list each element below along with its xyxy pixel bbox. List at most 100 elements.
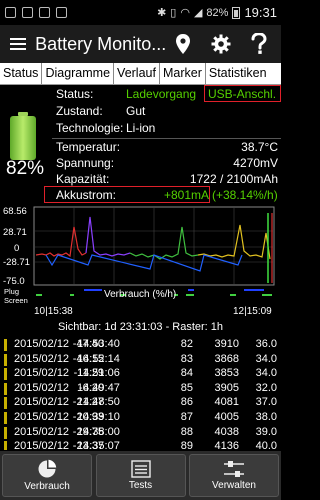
list-icon — [130, 460, 151, 478]
row-marker — [4, 397, 7, 410]
settings-button[interactable] — [205, 28, 237, 60]
row-marker — [4, 426, 7, 439]
cell-level: 85 — [180, 381, 193, 394]
cell-level: 82 — [180, 338, 193, 350]
app-title: Battery Monito... — [35, 33, 167, 54]
info-divider — [52, 138, 281, 139]
cell-voltage: 4136 — [214, 440, 239, 450]
tab-diagramme[interactable]: Diagramme — [42, 63, 115, 84]
cell-consumption: -23.37 — [72, 440, 104, 450]
status-row: Status: Ladevorgang USB-Anschl. — [56, 87, 276, 101]
technologie-label: Technologie: — [56, 121, 124, 135]
battery-level-icon — [10, 112, 36, 160]
cell-consumption: -11.29 — [73, 367, 104, 380]
tests-label: Tests — [128, 480, 153, 491]
cell-date: 2015/02/12 — [14, 367, 70, 380]
akkustrom-highlight — [44, 186, 210, 203]
cell-date: 2015/02/12 — [14, 352, 70, 365]
cell-temperature: 32.0 — [255, 381, 277, 394]
cell-level: 88 — [180, 425, 193, 438]
x-axis-title: Verbrauch (%/h) — [104, 289, 177, 300]
x-end-label: 12|15:09 — [233, 306, 272, 317]
cell-level: 83 — [180, 352, 193, 365]
row-marker — [4, 353, 7, 366]
row-marker — [4, 339, 7, 351]
download-icon — [56, 7, 67, 18]
cell-temperature: 37.0 — [255, 396, 277, 409]
spannung-value: 4270mV — [233, 156, 278, 170]
mail-icon — [39, 7, 50, 18]
marker-button[interactable] — [167, 28, 199, 60]
battery-percent-large: 82% — [6, 158, 45, 179]
cell-consumption: -6.20 — [78, 381, 104, 394]
system-status-bar: ✱ ▯ ◠ ◢ 82% 19:31 — [0, 0, 281, 25]
verwalten-label: Verwalten — [212, 480, 256, 491]
clock: 19:31 — [244, 5, 277, 20]
map-pin-icon — [176, 34, 190, 54]
verwalten-button[interactable]: Verwalten — [189, 454, 279, 497]
zustand-value: Gut — [126, 104, 146, 118]
temperatur-row: Temperatur: 38.7°C — [56, 140, 278, 154]
cell-temperature: 38.0 — [255, 410, 277, 423]
visible-range-info: Sichtbar: 1d 23:31:03 - Raster: 1h — [57, 321, 224, 333]
technologie-value: Li-ion — [126, 121, 156, 135]
image-icon — [22, 7, 33, 18]
technologie-row: Technologie: Li-ion — [56, 121, 155, 135]
row-marker — [4, 411, 7, 424]
cell-temperature: 39.0 — [255, 425, 277, 438]
table-row[interactable]: 2015/02/12 14:52:14 -46.15 83 3868 34.0 — [0, 353, 281, 368]
table-row[interactable]: 2015/02/12 14:53:40 -47.40 82 3910 36.0 — [0, 338, 281, 353]
chart-canvas — [33, 206, 275, 296]
cell-level: 86 — [180, 396, 193, 409]
kapazitaet-row: Kapazität: 1722 / 2100mAh — [56, 172, 278, 186]
notification-icon — [5, 7, 16, 18]
help-button[interactable] — [243, 28, 275, 60]
table-row[interactable]: 2015/02/12 14:38:00 -29.75 88 4038 39.0 — [0, 426, 281, 441]
cell-voltage: 4038 — [214, 425, 239, 438]
cell-date: 2015/02/12 — [14, 410, 70, 423]
row-marker — [4, 441, 7, 450]
verbrauch-label: Verbrauch — [24, 481, 70, 492]
cell-level: 89 — [180, 440, 193, 450]
app-bar: Battery Monito... — [0, 25, 281, 63]
table-row[interactable]: 2015/02/12 14:35:07 -23.37 89 4136 40.0 — [0, 440, 281, 450]
question-mark-icon — [251, 33, 267, 54]
tab-statistiken[interactable]: Statistiken — [206, 63, 270, 84]
tab-marker[interactable]: Marker — [160, 63, 206, 84]
tab-bar: Status Diagramme Verlauf Marker Statisti… — [0, 63, 281, 85]
tab-status[interactable]: Status — [0, 63, 43, 84]
table-row[interactable]: 2015/02/12 14:39:10 -20.93 87 4005 38.0 — [0, 411, 281, 426]
menu-button[interactable] — [0, 25, 35, 63]
cell-voltage: 3868 — [214, 352, 239, 365]
verbrauch-button[interactable]: Verbrauch — [2, 454, 92, 497]
history-table[interactable]: 2015/02/12 14:53:40 -47.40 82 3910 36.0 2015/0… — [0, 338, 281, 450]
tests-button[interactable]: Tests — [95, 454, 186, 497]
cell-consumption: -20.93 — [72, 410, 104, 423]
battery-percent: 82% — [206, 6, 229, 19]
cell-date: 2015/02/12 — [14, 338, 70, 350]
cell-consumption: -21.27 — [72, 396, 104, 409]
temperatur-value: 38.7°C — [241, 140, 278, 154]
status-label: Status: — [56, 87, 94, 101]
cell-temperature: 34.0 — [255, 367, 277, 380]
cell-level: 87 — [180, 410, 193, 423]
battery-info-panel: 82% Status: Ladevorgang USB-Anschl. Zust… — [0, 85, 281, 203]
pie-chart-icon — [38, 459, 57, 478]
cell-voltage: 3853 — [214, 367, 239, 380]
table-row[interactable]: 2015/02/12 14:49:47 -6.20 85 3905 32.0 — [0, 382, 281, 397]
akkustrom-percent: (+38.14%/h) — [212, 188, 278, 202]
row-marker — [4, 368, 7, 381]
cell-level: 84 — [180, 367, 193, 380]
cell-consumption: -47.40 — [72, 338, 104, 350]
tab-verlauf[interactable]: Verlauf — [114, 63, 160, 84]
zustand-row: Zustand: Gut — [56, 104, 145, 118]
table-row[interactable]: 2015/02/12 14:48:50 -21.27 86 4081 37.0 — [0, 396, 281, 411]
cell-voltage: 3910 — [214, 338, 239, 350]
cell-temperature: 34.0 — [255, 352, 277, 365]
consumption-chart[interactable]: 68.56 28.71 0 -28.71 -75.0 Plug Screen 1… — [0, 203, 281, 321]
cell-voltage: 4081 — [214, 396, 239, 409]
cell-date: 2015/02/12 — [14, 425, 70, 438]
temperatur-label: Temperatur: — [56, 140, 121, 154]
table-row[interactable]: 2015/02/12 14:51:06 -11.29 84 3853 34.0 — [0, 367, 281, 382]
vibrate-icon: ▯ — [170, 7, 177, 19]
